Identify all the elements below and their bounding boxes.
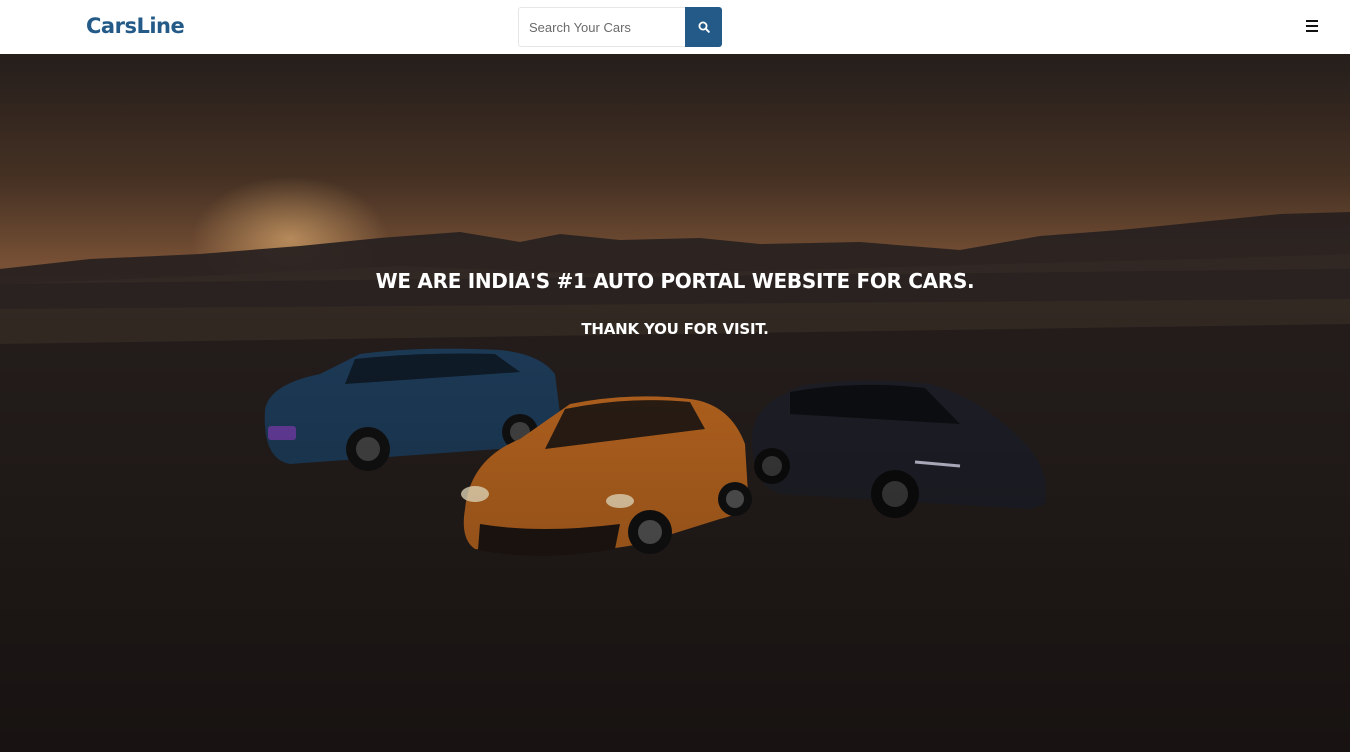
search-icon [698, 21, 710, 33]
search-input[interactable] [518, 7, 685, 47]
search-button[interactable] [685, 7, 722, 47]
carsline-logo[interactable]: CarsLine [86, 14, 185, 38]
hero-dark-overlay [0, 54, 1350, 752]
hamburger-menu-icon [1306, 20, 1318, 22]
hero-subline: THANK YOU FOR VISIT. [581, 320, 769, 338]
menu-button[interactable] [1306, 19, 1320, 33]
hero-headline: WE ARE INDIA'S #1 AUTO PORTAL WEBSITE FO… [375, 269, 975, 293]
top-navbar: CarsLine [0, 0, 1350, 54]
search-bar [518, 7, 722, 47]
hero-banner: WE ARE INDIA'S #1 AUTO PORTAL WEBSITE FO… [0, 54, 1350, 752]
